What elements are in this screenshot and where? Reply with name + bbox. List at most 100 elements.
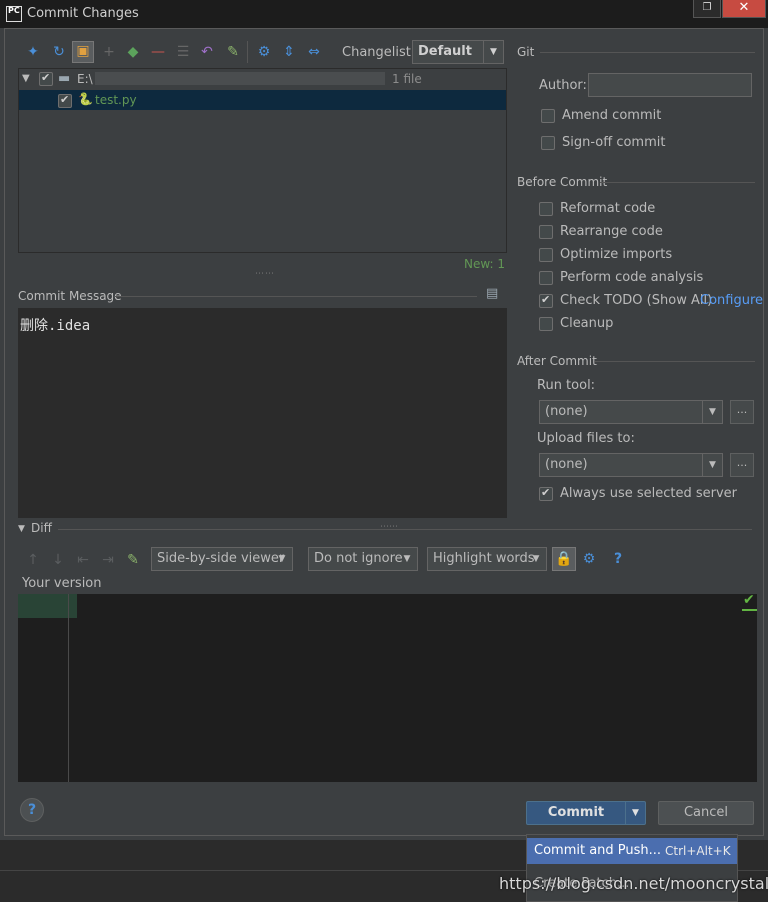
cleanup-checkbox[interactable] bbox=[539, 317, 553, 331]
next-difference-icon[interactable]: ↓ bbox=[49, 551, 67, 569]
upload-files-browse-button[interactable]: ... bbox=[730, 453, 754, 477]
optimize-imports-label: Optimize imports bbox=[560, 247, 673, 262]
changelist-label: Changelist: bbox=[342, 45, 416, 60]
splitter-handle[interactable]: ⋯⋯ bbox=[255, 269, 275, 279]
reformat-code-checkbox[interactable] bbox=[539, 202, 553, 216]
commit-message-input[interactable]: 删除.idea bbox=[18, 308, 507, 518]
sign-off-checkbox[interactable] bbox=[541, 136, 555, 150]
rearrange-code-checkbox[interactable] bbox=[539, 225, 553, 239]
close-window-icon[interactable]: ✕ bbox=[722, 0, 766, 18]
commit-history-icon[interactable]: ▤ bbox=[486, 286, 498, 301]
change-marker bbox=[742, 609, 757, 611]
file-name[interactable]: test.py bbox=[95, 93, 137, 107]
file-checkbox[interactable] bbox=[58, 93, 72, 108]
git-section-title: Git bbox=[517, 45, 535, 59]
after-commit-separator bbox=[595, 361, 755, 362]
refresh-icon[interactable]: ↻ bbox=[50, 43, 68, 61]
before-commit-separator bbox=[600, 182, 755, 183]
optimize-imports-checkbox[interactable] bbox=[539, 248, 553, 262]
show-diff-icon[interactable]: ✦ bbox=[24, 43, 42, 61]
previous-difference-icon[interactable]: ↑ bbox=[24, 551, 42, 569]
new-changelist-icon[interactable]: ◆ bbox=[124, 43, 142, 61]
chevron-down-icon: ▼ bbox=[702, 454, 722, 476]
chevron-down-icon: ▼ bbox=[403, 554, 411, 564]
group-by-directory-icon[interactable]: ▣ bbox=[72, 41, 94, 63]
chevron-down-icon: ▼ bbox=[532, 554, 540, 564]
whitespace-select[interactable]: Do not ignore ▼ bbox=[308, 547, 418, 571]
new-file-count: New: 1 bbox=[464, 257, 506, 271]
code-analysis-checkbox[interactable] bbox=[539, 271, 553, 285]
chevron-down-icon: ▼ bbox=[702, 401, 722, 423]
reformat-code-label: Reformat code bbox=[560, 201, 656, 216]
commit-and-push-label: Commit and Push... bbox=[534, 843, 662, 858]
upload-files-label: Upload files to: bbox=[537, 431, 635, 446]
run-tool-label: Run tool: bbox=[537, 378, 596, 393]
diff-label: Diff bbox=[31, 521, 52, 535]
your-version-label: Your version bbox=[22, 576, 102, 591]
restore-window-icon[interactable]: ❐ bbox=[693, 0, 721, 18]
commit-and-push-shortcut: Ctrl+Alt+K bbox=[665, 844, 731, 858]
add-icon[interactable]: + bbox=[100, 43, 118, 61]
pycharm-app-icon: PC bbox=[6, 6, 22, 22]
amend-commit-checkbox[interactable] bbox=[541, 109, 555, 123]
commit-message-separator bbox=[115, 296, 477, 297]
commit-button-label: Commit bbox=[547, 805, 605, 820]
check-todo-label: Check TODO (Show All) bbox=[560, 293, 713, 308]
always-use-server-checkbox[interactable] bbox=[539, 486, 553, 501]
rearrange-code-label: Rearrange code bbox=[560, 224, 663, 239]
code-analysis-label: Perform code analysis bbox=[560, 270, 704, 285]
settings-gear-icon[interactable]: ⚙ bbox=[255, 43, 273, 61]
commit-button[interactable]: Commit ▼ bbox=[526, 801, 646, 825]
diff-separator bbox=[58, 529, 752, 530]
next-file-icon[interactable]: ⇥ bbox=[99, 551, 117, 569]
edit-source-icon[interactable]: ✎ bbox=[124, 551, 142, 569]
commit-dropdown-chevron-icon[interactable]: ▼ bbox=[625, 802, 645, 824]
highlight-value: Highlight words bbox=[433, 551, 535, 566]
window-title: Commit Changes bbox=[27, 6, 139, 21]
before-commit-title: Before Commit bbox=[517, 175, 608, 189]
rollback-icon[interactable]: ↶ bbox=[198, 43, 216, 61]
diff-help-icon[interactable]: ? bbox=[609, 550, 627, 568]
expand-all-icon[interactable]: ⇕ bbox=[280, 43, 298, 61]
diff-collapse-icon[interactable]: ▼ bbox=[18, 524, 25, 534]
sign-off-label: Sign-off commit bbox=[562, 135, 666, 150]
tree-collapse-icon[interactable]: ▼ bbox=[22, 73, 30, 84]
remove-icon[interactable]: — bbox=[149, 43, 167, 61]
highlight-select[interactable]: Highlight words ▼ bbox=[427, 547, 547, 571]
amend-commit-label: Amend commit bbox=[562, 108, 662, 123]
commit-message-label: Commit Message bbox=[18, 289, 122, 303]
diff-editor[interactable] bbox=[18, 594, 757, 782]
configure-link[interactable]: Configure bbox=[700, 293, 763, 308]
changelist-select[interactable]: Default ▼ bbox=[412, 40, 504, 64]
python-file-icon: 🐍 bbox=[78, 92, 93, 106]
author-input[interactable] bbox=[588, 73, 752, 97]
collapse-all-icon[interactable]: ⇔ bbox=[305, 43, 323, 61]
watermark-text: https://blog.csdn.net/mooncrystal123 bbox=[499, 874, 768, 893]
run-tool-select[interactable]: (none) ▼ bbox=[539, 400, 723, 424]
root-checkbox[interactable] bbox=[39, 71, 53, 86]
check-todo-checkbox[interactable] bbox=[539, 293, 553, 308]
chevron-down-icon: ▼ bbox=[278, 554, 286, 564]
shelve-icon[interactable]: ✎ bbox=[224, 43, 242, 61]
help-button[interactable]: ? bbox=[20, 798, 44, 822]
whitespace-value: Do not ignore bbox=[314, 551, 403, 566]
author-label: Author: bbox=[539, 78, 587, 93]
diff-splitter-handle[interactable]: ⋯⋯ bbox=[380, 522, 398, 532]
viewer-value: Side-by-side viewer bbox=[157, 551, 285, 566]
cancel-button[interactable]: Cancel bbox=[658, 801, 754, 825]
commit-message-text: 删除.idea bbox=[20, 318, 91, 334]
lock-icon[interactable]: 🔒 bbox=[552, 547, 576, 571]
toolbar-separator bbox=[247, 41, 248, 63]
run-tool-value: (none) bbox=[545, 404, 588, 419]
upload-files-select[interactable]: (none) ▼ bbox=[539, 453, 723, 477]
viewer-select[interactable]: Side-by-side viewer ▼ bbox=[151, 547, 293, 571]
gutter-divider bbox=[68, 594, 69, 782]
previous-file-icon[interactable]: ⇤ bbox=[74, 551, 92, 569]
move-to-changelist-icon[interactable]: ☰ bbox=[174, 43, 192, 61]
git-separator bbox=[540, 52, 755, 53]
run-tool-browse-button[interactable]: ... bbox=[730, 400, 754, 424]
root-path: E:\ bbox=[77, 72, 93, 86]
changelist-select-value: Default bbox=[418, 44, 472, 59]
after-commit-title: After Commit bbox=[517, 354, 597, 368]
diff-settings-gear-icon[interactable]: ⚙ bbox=[580, 550, 598, 568]
